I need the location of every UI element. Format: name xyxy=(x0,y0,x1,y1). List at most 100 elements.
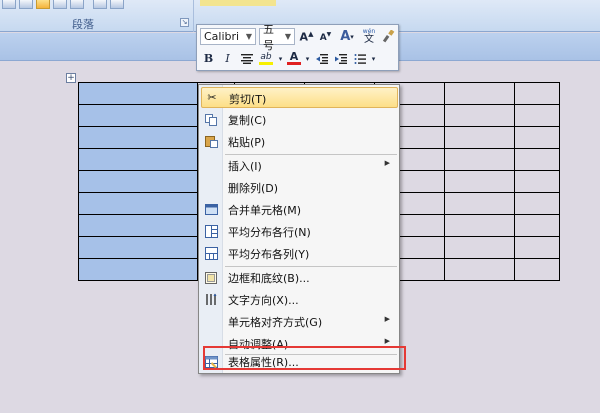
grow-font-button[interactable]: A▲ xyxy=(298,28,315,45)
font-size-combo[interactable]: 五号 ▼ xyxy=(259,23,295,52)
menu-item-cut[interactable]: ✂ 剪切(T) xyxy=(201,87,398,108)
chevron-down-icon[interactable]: ▼ xyxy=(246,32,252,41)
table-cell[interactable] xyxy=(444,82,515,105)
table-cell[interactable] xyxy=(514,214,560,237)
submenu-arrow-icon: ▶ xyxy=(384,315,390,323)
align-left-icon[interactable] xyxy=(2,0,16,9)
shading-icon[interactable] xyxy=(93,0,107,9)
paragraph-tools xyxy=(0,0,124,10)
font-color-bar xyxy=(287,62,301,65)
table-cell[interactable] xyxy=(514,126,560,149)
bold-button[interactable]: B xyxy=(200,50,217,67)
line-spacing-icon[interactable] xyxy=(70,0,84,9)
menu-item-delete-column[interactable]: 删除列(D) xyxy=(201,177,398,198)
decrease-indent-button[interactable] xyxy=(313,50,330,67)
table-cell[interactable] xyxy=(444,148,515,171)
menu-item-borders-shading[interactable]: 边框和底纹(B)... xyxy=(201,267,398,288)
table-cell[interactable] xyxy=(78,258,198,281)
border-icon[interactable] xyxy=(110,0,124,9)
menu-item-label: 平均分布各行(N) xyxy=(228,226,311,239)
shrink-font-icon: A▼ xyxy=(319,30,332,43)
menu-item-label: 剪切(T) xyxy=(229,93,267,106)
distributed-icon[interactable] xyxy=(53,0,67,9)
dialog-launcher-icon[interactable]: ↘ xyxy=(180,18,189,27)
table-cell[interactable] xyxy=(78,126,198,149)
scissors-icon: ✂ xyxy=(207,91,217,104)
table-cell[interactable] xyxy=(514,258,560,281)
menu-item-copy[interactable]: 复制(C) xyxy=(201,109,398,130)
menu-item-merge-cells[interactable]: 合并单元格(M) xyxy=(201,199,398,220)
table-cell[interactable] xyxy=(78,82,198,105)
font-color-button[interactable]: A xyxy=(286,50,302,67)
table-cell[interactable] xyxy=(444,104,515,127)
highlight-button[interactable]: ab xyxy=(257,50,275,67)
distribute-rows-icon xyxy=(201,222,221,242)
menu-item-label: 边框和底纹(B)... xyxy=(228,272,310,285)
borders-icon xyxy=(201,268,221,288)
menu-item-label: 复制(C) xyxy=(228,114,267,127)
italic-button[interactable]: I xyxy=(219,50,236,67)
table-cell[interactable] xyxy=(78,192,198,215)
table-cell[interactable] xyxy=(444,170,515,193)
font-size-value: 五号 xyxy=(263,22,274,52)
table-cell[interactable] xyxy=(78,236,198,259)
context-menu: ✂ 剪切(T) 复制(C) 粘贴(P) 插入(I) ▶ 删除列(D) 合并单元格… xyxy=(198,84,400,374)
chevron-down-icon[interactable]: ▼ xyxy=(285,32,291,41)
menu-item-insert[interactable]: 插入(I) ▶ xyxy=(201,155,398,176)
menu-item-distribute-rows[interactable]: 平均分布各行(N) xyxy=(201,221,398,242)
increase-indent-button[interactable] xyxy=(332,50,349,67)
chevron-down-icon[interactable]: ▾ xyxy=(277,50,284,67)
table-cell[interactable] xyxy=(514,236,560,259)
chevron-down-icon[interactable]: ▾ xyxy=(304,50,311,67)
table-cell[interactable] xyxy=(514,82,560,105)
menu-item-distribute-columns[interactable]: 平均分布各列(Y) xyxy=(201,243,398,264)
menu-item-text-direction[interactable]: 文字方向(X)... xyxy=(201,289,398,310)
table-cell[interactable] xyxy=(514,192,560,215)
center-align-icon xyxy=(240,53,253,64)
menu-item-label: 平均分布各列(Y) xyxy=(228,248,310,261)
increase-indent-icon xyxy=(334,53,347,64)
shrink-font-button[interactable]: A▼ xyxy=(317,28,334,45)
table-cell[interactable] xyxy=(78,104,198,127)
menu-item-label: 合并单元格(M) xyxy=(228,204,302,217)
menu-item-label: 粘贴(P) xyxy=(228,136,266,149)
text-direction-icon xyxy=(201,290,221,310)
distribute-columns-icon xyxy=(201,244,221,264)
font-name-combo[interactable]: Calibri ▼ xyxy=(200,28,256,45)
table-cell[interactable] xyxy=(514,170,560,193)
justify-icon[interactable] xyxy=(36,0,50,9)
format-painter-button[interactable]: A ▾ xyxy=(336,28,358,45)
menu-item-label: 文字方向(X)... xyxy=(228,294,299,307)
table-cell[interactable] xyxy=(78,148,198,171)
mini-toolbar: Calibri ▼ 五号 ▼ A▲ A▼ A ▾ wén 文 B I ab ▾ … xyxy=(196,23,399,71)
chevron-down-icon[interactable]: ▾ xyxy=(370,50,377,67)
table-cell[interactable] xyxy=(514,104,560,127)
merge-cells-icon xyxy=(201,200,221,220)
font-name-value: Calibri xyxy=(204,30,240,43)
bullets-button[interactable] xyxy=(351,50,368,67)
table-cell[interactable] xyxy=(444,214,515,237)
submenu-arrow-icon: ▶ xyxy=(384,159,390,167)
styles-gallery-edge xyxy=(200,0,276,6)
table-cell[interactable] xyxy=(444,126,515,149)
align-center-icon[interactable] xyxy=(19,0,33,9)
menu-item-paste[interactable]: 粘贴(P) xyxy=(201,131,398,152)
table-cell[interactable] xyxy=(514,148,560,171)
phonetic-guide-button[interactable]: wén 文 xyxy=(360,28,378,45)
table-cell[interactable] xyxy=(444,258,515,281)
bullets-icon xyxy=(354,53,366,64)
table-cell[interactable] xyxy=(78,170,198,193)
paragraph-group-label: 段落 xyxy=(72,18,94,31)
menu-item-cell-alignment[interactable]: 单元格对齐方式(G) ▶ xyxy=(201,311,398,332)
highlight-callout-box xyxy=(203,346,406,370)
ribbon-separator xyxy=(193,0,194,32)
center-align-button[interactable] xyxy=(238,50,255,67)
table-move-handle-icon[interactable]: + xyxy=(66,73,76,83)
text-effect-icon: A xyxy=(340,29,351,44)
format-brush-button[interactable] xyxy=(380,28,397,45)
paintbrush-icon xyxy=(382,30,395,43)
table-cell[interactable] xyxy=(444,236,515,259)
menu-item-label: 删除列(D) xyxy=(228,182,279,195)
table-cell[interactable] xyxy=(444,192,515,215)
table-cell[interactable] xyxy=(78,214,198,237)
